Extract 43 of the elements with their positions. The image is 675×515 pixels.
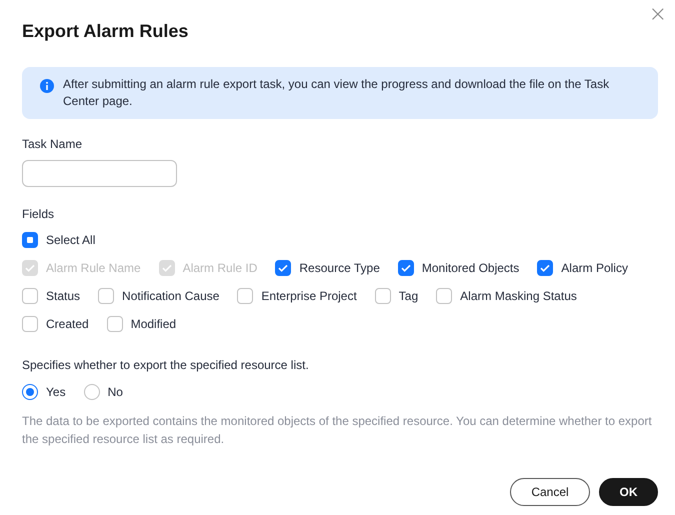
checkbox-option[interactable]: Monitored Objects (398, 254, 520, 282)
checkbox-option[interactable]: Enterprise Project (237, 282, 357, 310)
indeterminate-icon (27, 237, 33, 243)
cancel-button[interactable]: Cancel (510, 478, 590, 506)
checkbox-option[interactable]: Resource Type (275, 254, 380, 282)
radio-option[interactable]: Yes (22, 384, 66, 400)
ok-button[interactable]: OK (599, 478, 658, 506)
check-icon (277, 262, 290, 274)
task-name-input[interactable] (22, 160, 177, 187)
checkbox[interactable] (237, 288, 254, 304)
check-icon (24, 262, 36, 274)
checkbox-option[interactable]: Modified (106, 310, 176, 338)
checkbox[interactable] (22, 316, 38, 332)
field-label: Task Name (22, 136, 84, 153)
checkbox[interactable] (398, 260, 414, 276)
field-label: Fields (22, 206, 56, 223)
dialog-title: Export Alarm Rules (22, 20, 190, 42)
check-icon (400, 262, 412, 274)
checkbox[interactable] (537, 260, 554, 276)
notice-text: After submitting an alarm rule export task, you can view the progress and download the file on the Task Center page. (63, 76, 610, 110)
checkbox-option[interactable]: Notification Cause (98, 282, 220, 310)
info-icon (40, 79, 54, 93)
checkbox[interactable] (374, 288, 391, 304)
checkbox[interactable] (275, 260, 292, 276)
radio-option[interactable]: No (84, 384, 123, 400)
checkbox-option[interactable]: Select All (22, 232, 96, 248)
checkbox-option[interactable]: Created (22, 310, 89, 338)
checkbox[interactable] (436, 288, 452, 304)
check-icon (539, 262, 552, 274)
check-icon (160, 262, 173, 274)
checkbox[interactable] (22, 288, 38, 304)
question-text: Specifies whether to export the specified resource list. (22, 357, 310, 374)
checkbox-option[interactable]: Status (22, 282, 80, 310)
checkbox-option[interactable]: Tag (374, 282, 418, 310)
checkbox-option[interactable]: Alarm Masking Status (436, 282, 577, 310)
radio-button[interactable] (84, 384, 100, 400)
checkbox[interactable] (106, 316, 123, 332)
close-button[interactable]: × (646, 4, 669, 26)
description-text: The data to be exported contains the monitored objects of the specified resource. You can determine whether to export the specified resource list as required. (22, 413, 653, 448)
checkbox[interactable] (22, 232, 38, 248)
radio-button[interactable] (22, 384, 38, 400)
checkbox-option[interactable]: Alarm Policy (537, 254, 628, 282)
checkbox[interactable] (98, 288, 114, 304)
